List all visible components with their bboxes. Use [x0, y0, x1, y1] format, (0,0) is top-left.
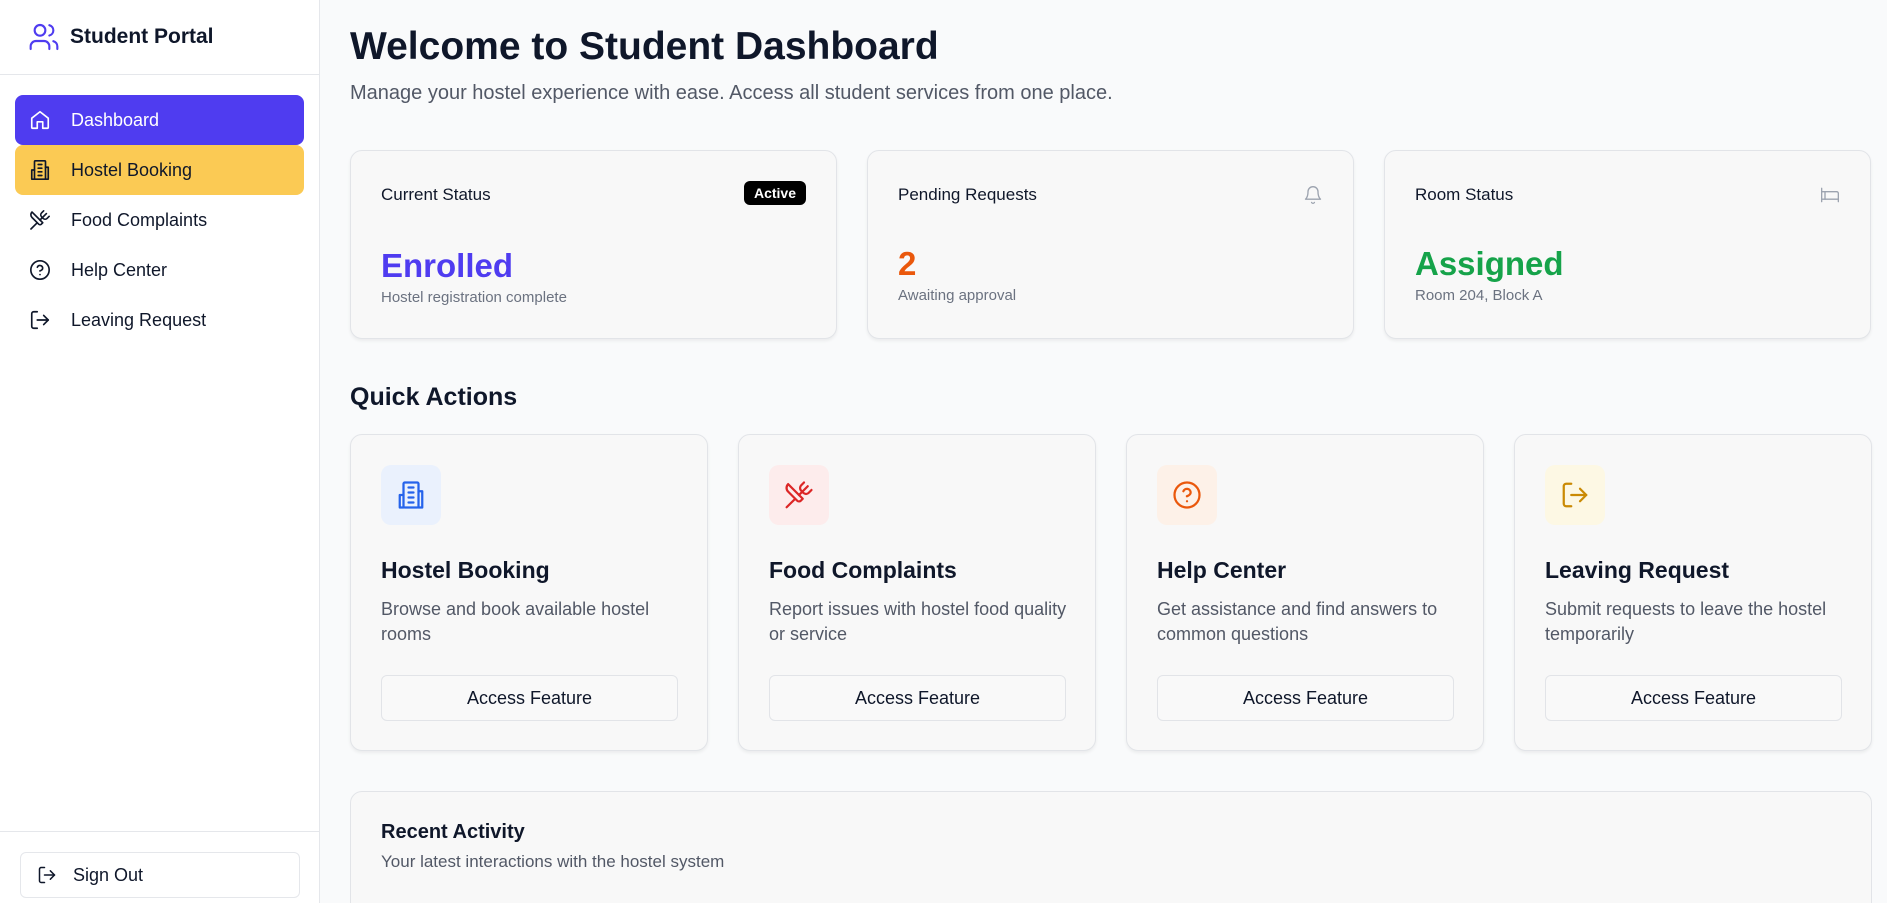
sign-out-button[interactable]: Sign Out — [20, 852, 300, 898]
log-out-icon — [38, 866, 56, 884]
leaving-request-card: Leaving Request Submit requests to leave… — [1514, 434, 1872, 751]
card-title: Food Complaints — [769, 557, 957, 583]
sidebar-item-food-complaints[interactable]: Food Complaints — [15, 195, 304, 245]
help-circle-icon — [1173, 481, 1201, 509]
card-note: Awaiting approval — [898, 287, 1017, 304]
status-badge: Active — [743, 181, 806, 205]
access-feature-button[interactable]: Access Feature — [381, 675, 678, 721]
pending-requests-card: Pending Requests 2 Awaiting approval — [867, 150, 1354, 339]
card-description: Get assistance and find answers to commo… — [1157, 599, 1438, 644]
sidebar: Student Portal Dashboard Hostel Booking … — [0, 0, 320, 903]
sidebar-item-help-center[interactable]: Help Center — [15, 245, 304, 295]
sign-out-label: Sign Out — [73, 864, 144, 885]
bed-icon — [1821, 187, 1839, 203]
card-label: Room Status — [1415, 185, 1514, 204]
sidebar-item-label: Dashboard — [71, 109, 160, 130]
sidebar-nav: Dashboard Hostel Booking Food Complaints — [0, 75, 319, 345]
sidebar-item-label: Food Complaints — [71, 209, 208, 230]
help-circle-icon — [30, 260, 50, 280]
room-status-card: Room Status Assigned Room 204, Block A — [1384, 150, 1871, 339]
food-complaints-card: Food Complaints Report issues with hoste… — [738, 434, 1096, 751]
card-value: Enrolled — [381, 247, 514, 284]
card-label: Current Status — [381, 185, 491, 204]
card-description: Submit requests to leave the hostel temp… — [1545, 599, 1827, 644]
card-description: Browse and book available hostel rooms — [381, 599, 650, 644]
hostel-booking-card: Hostel Booking Browse and book available… — [350, 434, 708, 751]
access-feature-button[interactable]: Access Feature — [1157, 675, 1454, 721]
recent-activity-card: Recent Activity Your latest interactions… — [350, 791, 1872, 903]
log-out-icon — [30, 310, 50, 330]
sidebar-item-hostel-booking[interactable]: Hostel Booking — [15, 145, 304, 195]
card-note: Hostel registration complete — [381, 289, 567, 306]
sidebar-item-label: Hostel Booking — [71, 159, 193, 180]
card-title: Leaving Request — [1545, 557, 1730, 583]
sidebar-brand: Student Portal — [0, 0, 319, 75]
icon-container — [381, 465, 441, 525]
card-title: Hostel Booking — [381, 557, 550, 583]
sidebar-item-label: Leaving Request — [71, 309, 207, 330]
building-icon — [30, 160, 50, 180]
page-title: Welcome to Student Dashboard — [350, 25, 939, 68]
recent-activity-subtitle: Your latest interactions with the hostel… — [381, 852, 725, 871]
utensils-crossed-icon — [30, 210, 50, 230]
access-feature-button[interactable]: Access Feature — [769, 675, 1066, 721]
log-out-icon — [1562, 482, 1588, 508]
icon-container — [1545, 465, 1605, 525]
brand-title: Student Portal — [70, 25, 214, 48]
sidebar-item-leaving-request[interactable]: Leaving Request — [15, 295, 304, 345]
sidebar-item-dashboard[interactable]: Dashboard — [15, 95, 304, 145]
bell-icon — [1304, 186, 1322, 205]
card-value: Assigned — [1415, 245, 1564, 282]
current-status-card: Current Status Active Enrolled Hostel re… — [350, 150, 837, 339]
card-note: Room 204, Block A — [1415, 287, 1543, 304]
card-value: 2 — [898, 245, 917, 282]
building-icon — [398, 481, 424, 509]
card-description: Report issues with hostel food quality o… — [769, 599, 1067, 644]
access-feature-button[interactable]: Access Feature — [1545, 675, 1842, 721]
sidebar-item-label: Help Center — [71, 259, 168, 280]
users-icon — [29, 23, 59, 51]
page-subtitle: Manage your hostel experience with ease.… — [350, 82, 1113, 104]
card-title: Help Center — [1157, 557, 1287, 583]
recent-activity-title: Recent Activity — [381, 821, 525, 843]
help-center-card: Help Center Get assistance and find answ… — [1126, 434, 1484, 751]
card-label: Pending Requests — [898, 185, 1037, 204]
home-icon — [30, 110, 50, 130]
utensils-crossed-icon — [785, 481, 813, 509]
quick-actions-title: Quick Actions — [350, 383, 518, 411]
icon-container — [1157, 465, 1217, 525]
sidebar-footer: Sign Out — [0, 831, 320, 903]
icon-container — [769, 465, 829, 525]
